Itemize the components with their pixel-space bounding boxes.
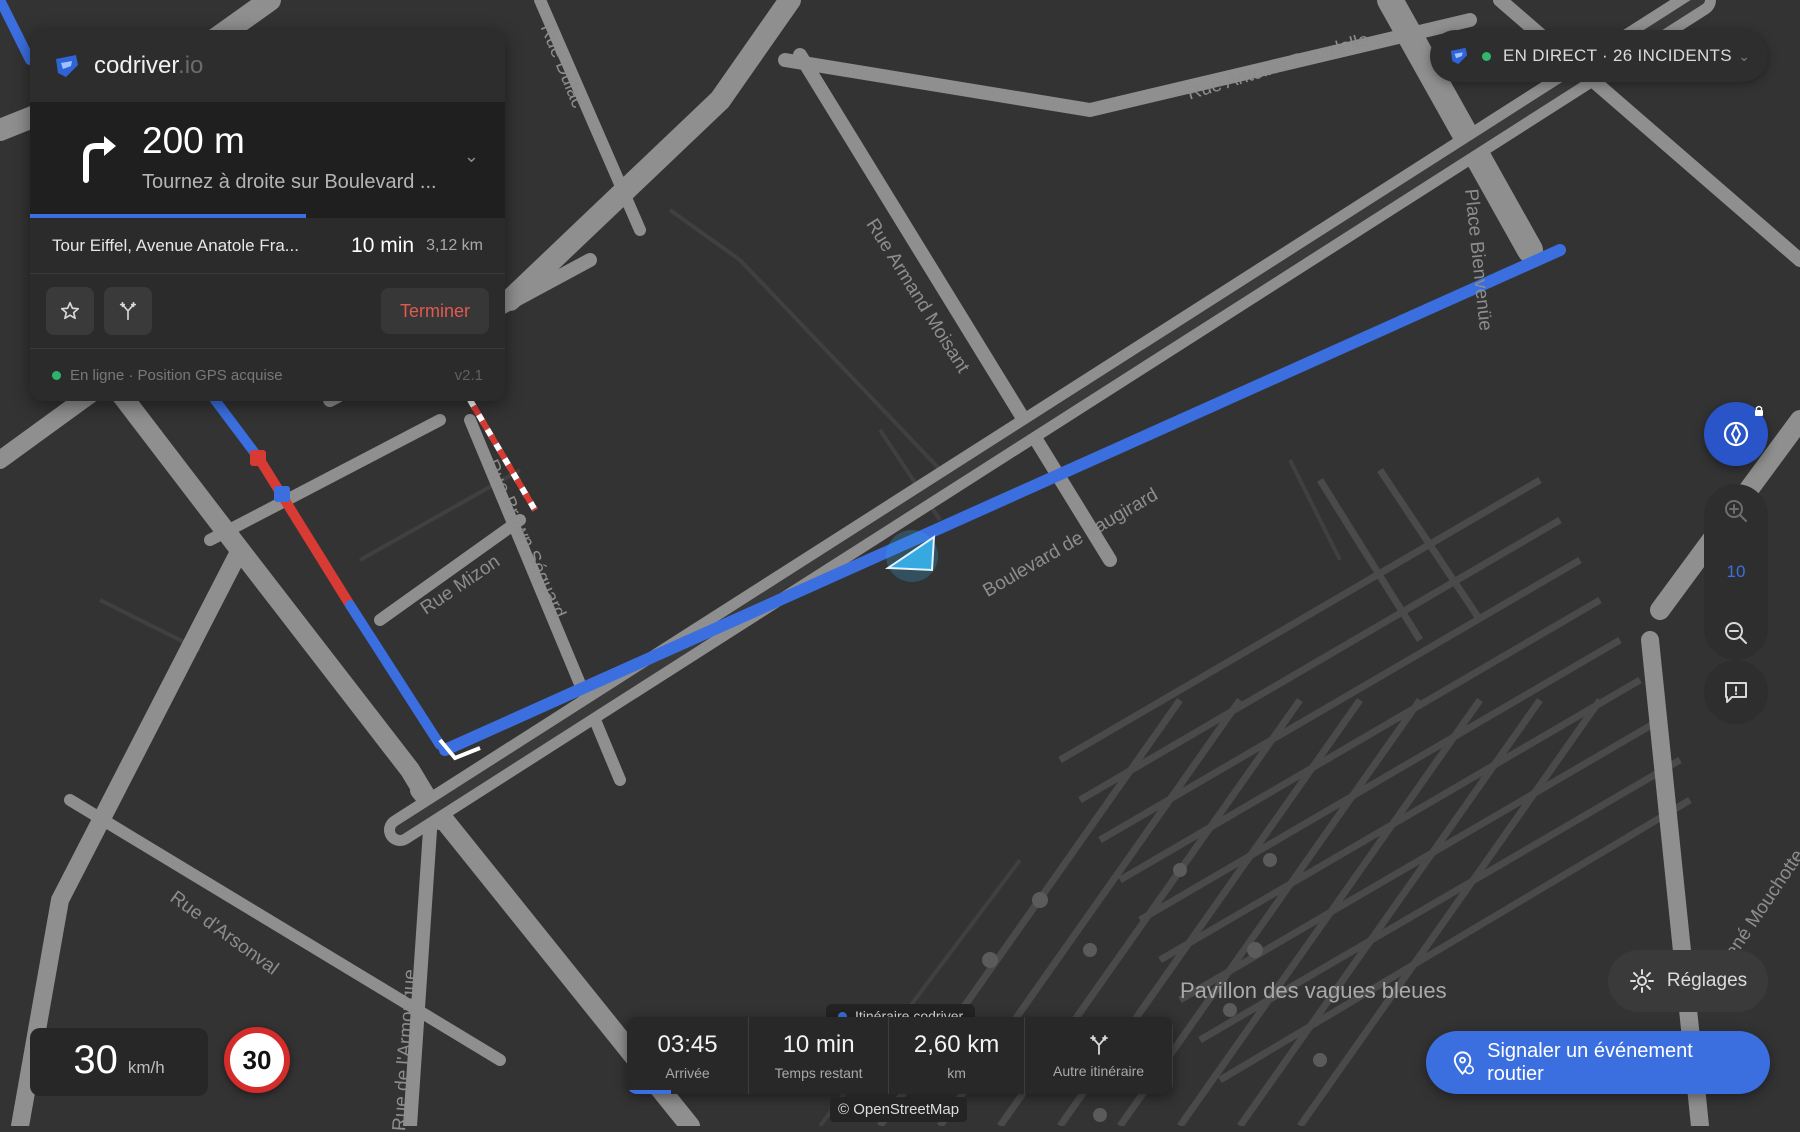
- status-text: En ligne · Position GPS acquise: [70, 366, 283, 384]
- trip-progress-fill: [627, 1090, 671, 1094]
- lock-icon: [1755, 405, 1763, 416]
- distance-cell: 2,60 km km: [889, 1017, 1026, 1094]
- turn-right-icon: [83, 136, 116, 183]
- action-row: Terminer: [30, 274, 505, 349]
- app-version: v2.1: [454, 366, 483, 384]
- eta-minutes: 10 min: [351, 233, 415, 257]
- zoom-out-icon[interactable]: [1723, 620, 1749, 646]
- arrival-time: 03:45: [657, 1030, 718, 1058]
- report-event-label: Signaler un événement routier: [1487, 1039, 1693, 1085]
- zoom-level: 10: [1726, 562, 1746, 581]
- chevron-down-icon[interactable]: ⌄: [464, 146, 479, 167]
- navigation-panel: codriver.io 200 m Tournez à droite sur B…: [30, 30, 505, 401]
- route-split-icon: [1089, 1034, 1108, 1055]
- zoom-controls: 10: [1704, 484, 1768, 660]
- alternate-route-label: Autre itinéraire: [1053, 1062, 1145, 1079]
- remaining-time-label: Temps restant: [774, 1064, 863, 1081]
- settings-label: Réglages: [1666, 970, 1748, 991]
- distance-label: km: [947, 1064, 966, 1081]
- route-split-icon: [119, 301, 137, 321]
- remaining-distance: 3,12 km: [426, 236, 483, 254]
- compass-icon: [1723, 421, 1749, 447]
- arrival-label: Arrivée: [665, 1064, 710, 1081]
- current-speed: 30 km/h: [30, 1028, 208, 1096]
- alternate-route-cell[interactable]: Autre itinéraire: [1025, 1017, 1173, 1094]
- codriver-logo-icon: [56, 55, 78, 77]
- favorite-button[interactable]: [46, 287, 94, 335]
- settings-button[interactable]: Réglages: [1608, 950, 1768, 1012]
- report-event-button[interactable]: Signaler un événement routier: [1426, 1031, 1770, 1094]
- brand-name: codriver.io: [94, 52, 204, 79]
- online-dot: [52, 370, 61, 380]
- zoom-in-icon[interactable]: [1723, 498, 1749, 524]
- turn-distance: 200 m: [142, 120, 245, 161]
- remaining-time: 10 min: [782, 1030, 855, 1058]
- codriver-logo-icon: [1450, 47, 1468, 65]
- chevron-down-icon: ⌄: [1738, 47, 1750, 64]
- arrival-cell: 03:45 Arrivée: [627, 1017, 750, 1094]
- live-incidents-label: EN DIRECT · 26 INCIDENTS: [1503, 46, 1732, 65]
- report-message-icon: [1725, 682, 1747, 703]
- trip-summary-bar: 03:45 Arrivée 10 min Temps restant 2,60 …: [627, 1017, 1173, 1094]
- brand-header: codriver.io: [30, 30, 505, 102]
- turn-instruction[interactable]: 200 m Tournez à droite sur Boulevard ...…: [30, 102, 505, 214]
- alternate-route-button[interactable]: [104, 287, 152, 335]
- speed-unit: km/h: [127, 1058, 165, 1077]
- recenter-button[interactable]: [1704, 402, 1768, 466]
- remaining-distance-value: 2,60 km: [913, 1030, 1000, 1058]
- turn-instruction-text: Tournez à droite sur Boulevard ...: [142, 171, 437, 193]
- vehicle-position-icon: [884, 530, 938, 582]
- feedback-button[interactable]: [1704, 660, 1768, 724]
- speed-limit-sign: 30: [224, 1027, 290, 1093]
- speed-value: 30: [73, 1038, 118, 1082]
- remaining-time-cell: 10 min Temps restant: [749, 1017, 890, 1094]
- live-dot: [1482, 51, 1491, 61]
- connection-status: En ligne · Position GPS acquise v2.1: [30, 349, 505, 401]
- gear-icon: [1629, 969, 1654, 993]
- location-alert-icon: [1453, 1050, 1474, 1075]
- star-icon: [60, 301, 80, 320]
- end-navigation-button[interactable]: Terminer: [380, 288, 489, 334]
- destination-row[interactable]: Tour Eiffel, Avenue Anatole Fra... 10 mi…: [30, 218, 505, 274]
- live-incidents-pill[interactable]: EN DIRECT · 26 INCIDENTS ⌄: [1430, 30, 1768, 82]
- map-attribution[interactable]: © OpenStreetMap: [830, 1097, 968, 1122]
- place-label: Pavillon des vagues bleues: [1180, 978, 1447, 1003]
- destination-name: Tour Eiffel, Avenue Anatole Fra...: [52, 235, 299, 255]
